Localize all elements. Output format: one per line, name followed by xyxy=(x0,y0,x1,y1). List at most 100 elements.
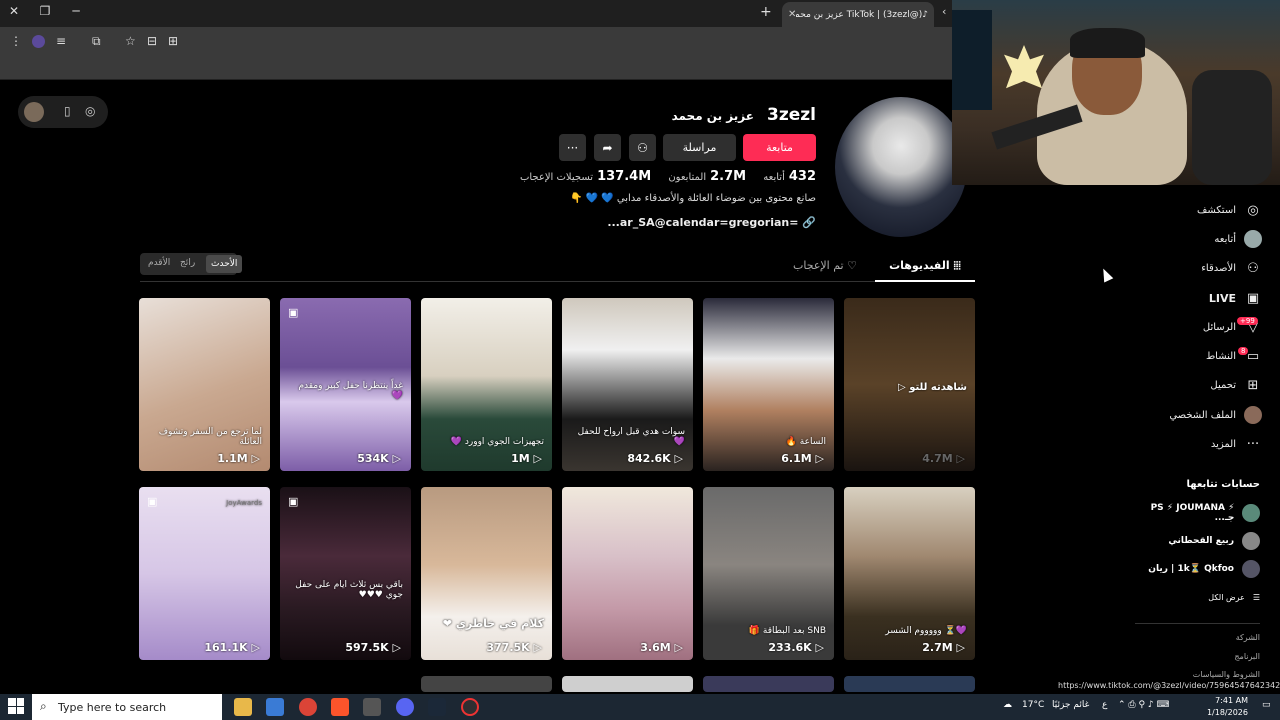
profile-bio: صانع محتوى بين ضوضاء العائلة والأصدقاء م… xyxy=(570,193,816,204)
messages-badge: +99 xyxy=(1237,317,1258,325)
sort-popular[interactable]: رائج xyxy=(180,258,195,268)
tab-videos[interactable]: ⦙⦙⦙ الفيديوهات xyxy=(875,252,975,282)
profile-link[interactable]: 🔗 =ar_SA@calendar=gregorian... xyxy=(560,216,816,229)
steam-icon[interactable] xyxy=(428,698,446,716)
chrome-icon[interactable] xyxy=(299,698,317,716)
sidebar-item-following[interactable]: أتابعه xyxy=(1214,228,1262,250)
browser-tab-active[interactable]: ♪ TikTok | (3zezl@) عزيز بن محمد ✕ xyxy=(782,2,934,27)
sidebar-item-friends[interactable]: ⚇ الأصدقاء xyxy=(1201,257,1262,279)
minimize-window-icon[interactable]: ─ xyxy=(66,4,86,18)
taskbar-search[interactable]: ⌕ Type here to search xyxy=(32,694,222,720)
video-card[interactable]: ▣ باقي بس ثلاث ايام على حفل جوي ♥♥♥ 597.… xyxy=(280,487,411,660)
video-card[interactable]: 💜⏳ وووووم الشسر 2.7M ▷ xyxy=(844,487,975,660)
tab-overflow-icon[interactable]: ‹ xyxy=(942,5,946,18)
video-card[interactable] xyxy=(703,676,834,692)
video-overlay-text: SNB بعد البطاقة 🎁 xyxy=(748,626,826,636)
windows-start-icon[interactable] xyxy=(8,698,24,714)
live-tv-icon: ▣ xyxy=(1246,290,1260,306)
sidebar-item-upload[interactable]: ⊞ تحميل xyxy=(1210,374,1262,396)
see-all-link[interactable]: ☰ عرض الكل xyxy=(1208,587,1260,607)
heart-outline-icon: ♡ xyxy=(847,259,857,272)
user-avatar[interactable] xyxy=(24,102,44,122)
extensions-icon[interactable]: ⧉ xyxy=(92,34,101,49)
app-icon[interactable] xyxy=(363,698,381,716)
notification-icon[interactable]: ▭ xyxy=(1262,700,1271,710)
photo-carousel-icon: ▣ xyxy=(288,495,299,508)
close-window-icon[interactable]: ✕ xyxy=(4,4,24,18)
profile-icon[interactable] xyxy=(32,35,45,48)
video-card[interactable] xyxy=(421,676,552,692)
restore-window-icon[interactable]: ❐ xyxy=(35,4,55,18)
following-account[interactable]: ربيع القحطاني xyxy=(1168,531,1260,551)
bookmark-star-icon[interactable]: ☆ xyxy=(125,34,136,48)
sidebar-item-activity[interactable]: ▭ النشاط xyxy=(1206,345,1262,367)
phone-icon[interactable]: ▯ xyxy=(64,104,71,118)
tab-close-icon[interactable]: ✕ xyxy=(788,9,796,20)
sort-toggle: الأحدث رائج الأقدم xyxy=(140,253,243,275)
weather-temp[interactable]: 17°C xyxy=(1022,700,1044,710)
add-friend-icon[interactable]: ⚇ xyxy=(629,134,656,161)
weather-text[interactable]: غائم جزئيًا xyxy=(1052,700,1089,710)
lang-indicator[interactable]: ع xyxy=(1102,700,1107,710)
video-overlay-text: سوات هدي قبل ارواح للحفل 💜 xyxy=(577,427,685,447)
footer-link[interactable]: الشركة xyxy=(1236,633,1260,642)
new-tab-button[interactable]: + xyxy=(760,4,772,20)
tab-search-icon[interactable]: ⊟ xyxy=(147,34,157,48)
tab-liked[interactable]: ♡ تم الإعجاب xyxy=(780,252,870,280)
playlist-icon[interactable]: ≡ xyxy=(56,34,66,48)
more-dots-icon: ··· xyxy=(1246,436,1260,452)
file-explorer-icon[interactable] xyxy=(234,698,252,716)
menu-dots-icon[interactable]: ⋮ xyxy=(10,34,22,48)
video-card[interactable]: سوات هدي قبل ارواح للحفل 💜 842.6K ▷ xyxy=(562,298,693,471)
video-card[interactable] xyxy=(844,676,975,692)
video-overlay-text: باقي بس ثلاث ايام على حفل جوي ♥♥♥ xyxy=(295,580,403,600)
following-account[interactable]: 1k⏳ Qkfoo | ريان xyxy=(1148,559,1260,579)
video-card[interactable]: ▣ JoyAwards 161.1K ▷ xyxy=(139,487,270,660)
store-icon[interactable] xyxy=(266,698,284,716)
video-card[interactable]: لما ترجع من السفر وتشوف العائلة 1.1M ▷ xyxy=(139,298,270,471)
sidebar-item-explore[interactable]: ◎ استكشف xyxy=(1197,199,1262,221)
taskbar-clock[interactable]: 7:41 AM 1/18/2026 xyxy=(1198,695,1248,719)
video-card[interactable]: ▣ غداً ينتظرنا حفل كبير ومقدم 💜 534K ▷ xyxy=(280,298,411,471)
upload-icon: ⊞ xyxy=(1247,377,1259,393)
coins-icon[interactable]: ◎ xyxy=(85,104,95,118)
profile-link-text[interactable]: =ar_SA@calendar=gregorian... xyxy=(607,216,798,229)
likes-count: 137.4M xyxy=(597,169,652,184)
video-card[interactable]: كلام في خاطري ❤ 377.5K ▷ xyxy=(421,487,552,660)
sort-oldest[interactable]: الأقدم xyxy=(148,258,170,268)
top-action-pill: ▯ ◎ xyxy=(18,96,108,128)
tray-icons[interactable]: ⌃ ⎙ ⚲ ♪ ⌨ xyxy=(1118,700,1170,710)
video-card[interactable]: تجهيزات الجوي اوورد 💜 1M ▷ xyxy=(421,298,552,471)
video-card[interactable]: SNB بعد البطاقة 🎁 233.6K ▷ xyxy=(703,487,834,660)
mouse-cursor xyxy=(1098,266,1114,283)
browser-tab-bar: ✕ ❐ ─ + ♪ TikTok | (3zezl@) عزيز بن محمد… xyxy=(0,0,952,27)
video-card[interactable]: الساعة 🔥 6.1M ▷ xyxy=(703,298,834,471)
video-overlay-text: شاهدته للتو ▷ xyxy=(898,382,967,393)
brave-icon[interactable] xyxy=(331,698,349,716)
sort-latest[interactable]: الأحدث xyxy=(206,255,243,273)
following-account[interactable]: ⚡ PS ⚡ JOUMANA جـ... xyxy=(1130,503,1260,523)
follow-button[interactable]: متابعة xyxy=(743,134,816,161)
sidebar-item-profile[interactable]: الملف الشخصي xyxy=(1169,404,1262,426)
profile-avatar-icon xyxy=(1244,406,1262,424)
video-views: 377.5K ▷ xyxy=(486,641,542,654)
video-card[interactable]: شاهدته للتو ▷ 4.7M ▷ xyxy=(844,298,975,471)
obs-icon[interactable] xyxy=(461,698,479,716)
more-button[interactable]: ··· xyxy=(559,134,586,161)
sidebar-divider xyxy=(1135,623,1260,624)
sidebar-item-more[interactable]: ··· المزيد xyxy=(1211,433,1262,455)
video-views: 842.6K ▷ xyxy=(627,452,683,465)
account-avatar xyxy=(1242,560,1260,578)
video-card[interactable] xyxy=(562,676,693,692)
grid-icon: ⦙⦙⦙ xyxy=(953,259,961,272)
message-button[interactable]: مراسلة xyxy=(663,134,736,161)
webcam-headphones xyxy=(1070,28,1145,58)
sidebar-item-live[interactable]: ▣ LIVE xyxy=(1209,287,1262,309)
video-overlay-text: 💜⏳ وووووم الشسر xyxy=(885,626,967,636)
share-icon[interactable]: ➦ xyxy=(594,134,621,161)
video-card[interactable]: 3.6M ▷ xyxy=(562,487,693,660)
discord-icon[interactable] xyxy=(396,698,414,716)
footer-link[interactable]: البرنامج xyxy=(1234,652,1260,661)
footer-link[interactable]: الشروط والسياسات xyxy=(1193,670,1260,679)
split-view-icon[interactable]: ⊞ xyxy=(168,34,178,48)
